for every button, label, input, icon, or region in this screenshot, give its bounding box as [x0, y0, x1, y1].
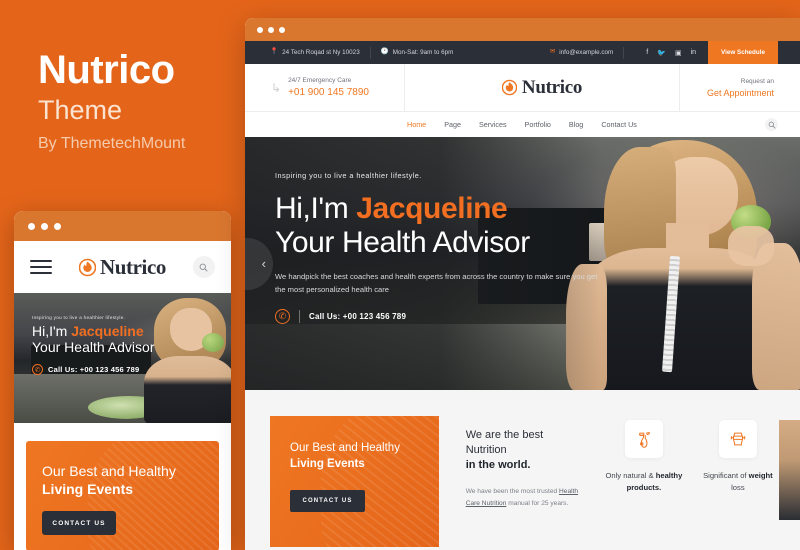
nav-item-contact-us[interactable]: Contact Us — [601, 120, 637, 129]
hero-call-text: Call Us: +00 123 456 789 — [309, 312, 407, 322]
promo-subtitle: Theme — [38, 95, 123, 125]
feature-list: Only natural & healthy products. Signifi… — [599, 390, 779, 550]
desktop-window-chrome — [245, 18, 800, 41]
window-dot-close[interactable] — [28, 222, 35, 230]
mobile-card-line1: Our Best and Healthy — [42, 463, 176, 479]
mobile-hero-heading: Hi,I'm Jacqueline — [32, 323, 144, 339]
address-item: 📍 24 Tech Roqad st Ny 10023 — [270, 49, 360, 56]
flickr-icon[interactable]: ▣ — [675, 49, 682, 57]
flame-logo-icon — [501, 79, 517, 96]
mobile-spacer — [14, 423, 231, 441]
promo-title: Nutrico — [38, 48, 175, 92]
search-icon[interactable] — [765, 118, 778, 131]
hero-call-row[interactable]: ✆ Call Us: +00 123 456 789 — [275, 309, 605, 325]
hero-slider: Inspiring you to live a healthier lifest… — [245, 137, 800, 390]
desktop-logo[interactable]: Nutrico — [405, 64, 680, 111]
intro-line1: We are the best Nutrition — [465, 429, 544, 456]
mobile-logo-text: Nutrico — [99, 254, 166, 279]
mobile-card-line2: Living Events — [42, 480, 134, 497]
address-text: 24 Tech Roqad st Ny 10023 — [282, 49, 360, 56]
hamburger-icon[interactable] — [30, 260, 52, 274]
main-navigation: Home Page Services Portfolio Blog Contac… — [245, 112, 800, 137]
twitter-icon[interactable]: 🐦 — [657, 49, 666, 57]
hero-heading-line2: Your Health Advisor — [275, 225, 530, 259]
envelope-icon: ✉ — [549, 48, 556, 56]
divider — [623, 46, 625, 59]
appointment-block[interactable]: Request an Get Appointment — [680, 64, 800, 111]
mobile-hero: Inspiring you to live a healthier lifest… — [14, 293, 231, 423]
nav-item-page[interactable]: Page — [444, 120, 461, 129]
arrow-icon: ↳ — [271, 80, 282, 95]
phone-icon: ✆ — [275, 309, 290, 325]
promo-author: By ThemetechMount — [38, 135, 186, 152]
feature-item: Significant of weight loss — [697, 420, 779, 550]
window-dot-close[interactable] — [257, 26, 263, 33]
window-dot-maximize[interactable] — [279, 26, 285, 33]
view-schedule-button[interactable]: View Schedule — [708, 41, 778, 64]
mobile-call-text: Call Us: +00 123 456 789 — [48, 365, 140, 375]
mobile-call-row[interactable]: ✆ Call Us: +00 123 456 789 — [32, 364, 231, 376]
events-card-line1: Our Best and Healthy — [290, 442, 400, 454]
nav-list: Home Page Services Portfolio Blog Contac… — [407, 120, 637, 129]
phone-icon: ✆ — [32, 364, 43, 376]
feature-item: Only natural & healthy products. — [603, 420, 685, 550]
emergency-contact[interactable]: ↳ 24/7 Emergency Care +01 900 145 7890 — [245, 64, 405, 111]
mobile-mockup: Nutrico Inspiring you to live a healthie… — [14, 211, 231, 550]
mobile-contact-us-button[interactable]: CONTACT US — [42, 511, 116, 536]
top-info-bar: 📍 24 Tech Roqad st Ny 10023 🕐 Mon-Sat: 9… — [245, 41, 800, 64]
get-appointment-link[interactable]: Get Appointment — [707, 88, 774, 98]
events-card-line2: Living Events — [290, 458, 365, 471]
linkedin-icon[interactable]: in — [691, 49, 696, 56]
mobile-events-card: Our Best and Healthy Living Events CONTA… — [26, 441, 219, 550]
emergency-label: 24/7 Emergency Care — [288, 77, 352, 84]
mobile-hero-text: Inspiring you to live a healthier lifest… — [14, 293, 231, 423]
flame-logo-icon — [78, 258, 96, 276]
feature-text: Only natural & healthy products. — [605, 471, 683, 492]
hero-description: We handpick the best coaches and health … — [275, 271, 598, 295]
card-texture — [320, 416, 439, 547]
request-label: Request an — [740, 77, 774, 85]
email-item[interactable]: ✉ info@example.com — [550, 49, 613, 56]
mobile-header: Nutrico — [14, 241, 231, 293]
mobile-hero-heading-line2: Your Health Advisor — [32, 339, 155, 356]
nav-item-portfolio[interactable]: Portfolio — [525, 120, 551, 129]
window-dot-maximize[interactable] — [54, 222, 61, 230]
intro-body: We have been the most trusted Health Car… — [465, 487, 579, 507]
emergency-phone: +01 900 145 7890 — [288, 87, 369, 98]
window-dot-minimize[interactable] — [41, 222, 48, 230]
hero-heading: Hi,I'm Jacqueline — [275, 192, 508, 225]
divider — [299, 310, 300, 324]
social-links: f 🐦 ▣ in — [634, 49, 708, 57]
mobile-window-chrome — [14, 211, 231, 241]
bottom-section: Our Best and Healthy Living Events CONTA… — [245, 390, 800, 550]
juice-bottle-icon — [624, 420, 663, 458]
topbar-tail — [778, 41, 800, 64]
nav-item-blog[interactable]: Blog — [569, 120, 583, 129]
desktop-mockup: 📍 24 Tech Roqad st Ny 10023 🕐 Mon-Sat: 9… — [245, 18, 800, 550]
decorative-photo-strip — [778, 420, 800, 520]
hours-item: 🕐 Mon-Sat: 9am to 6pm — [381, 49, 454, 56]
nav-item-services[interactable]: Services — [479, 120, 507, 129]
search-icon[interactable] — [192, 256, 215, 278]
mobile-logo[interactable]: Nutrico — [78, 254, 166, 280]
contact-us-button[interactable]: CONTACT US — [290, 489, 365, 512]
intro-block: We are the best Nutrition in the world. … — [439, 390, 599, 550]
email-text: info@example.com — [559, 49, 614, 56]
hero-content: Inspiring you to live a healthier lifest… — [275, 171, 605, 325]
events-card: Our Best and Healthy Living Events CONTA… — [270, 416, 439, 547]
intro-line2: in the world. — [465, 458, 531, 471]
desktop-logo-text: Nutrico — [521, 76, 583, 98]
hours-text: Mon-Sat: 9am to 6pm — [392, 49, 454, 56]
divider — [369, 46, 371, 59]
nav-item-home[interactable]: Home — [407, 120, 426, 129]
window-dot-minimize[interactable] — [268, 26, 274, 33]
map-pin-icon: 📍 — [270, 48, 279, 56]
hero-tagline: Inspiring you to live a healthier lifest… — [275, 171, 422, 180]
mobile-hero-tagline: Inspiring you to live a healthier lifest… — [32, 315, 126, 320]
feature-text: Significant of weight loss — [703, 471, 773, 492]
main-header: ↳ 24/7 Emergency Care +01 900 145 7890 N… — [245, 64, 800, 112]
waist-measure-icon — [718, 420, 757, 458]
facebook-icon[interactable]: f — [646, 49, 648, 56]
clock-icon: 🕐 — [380, 48, 389, 56]
